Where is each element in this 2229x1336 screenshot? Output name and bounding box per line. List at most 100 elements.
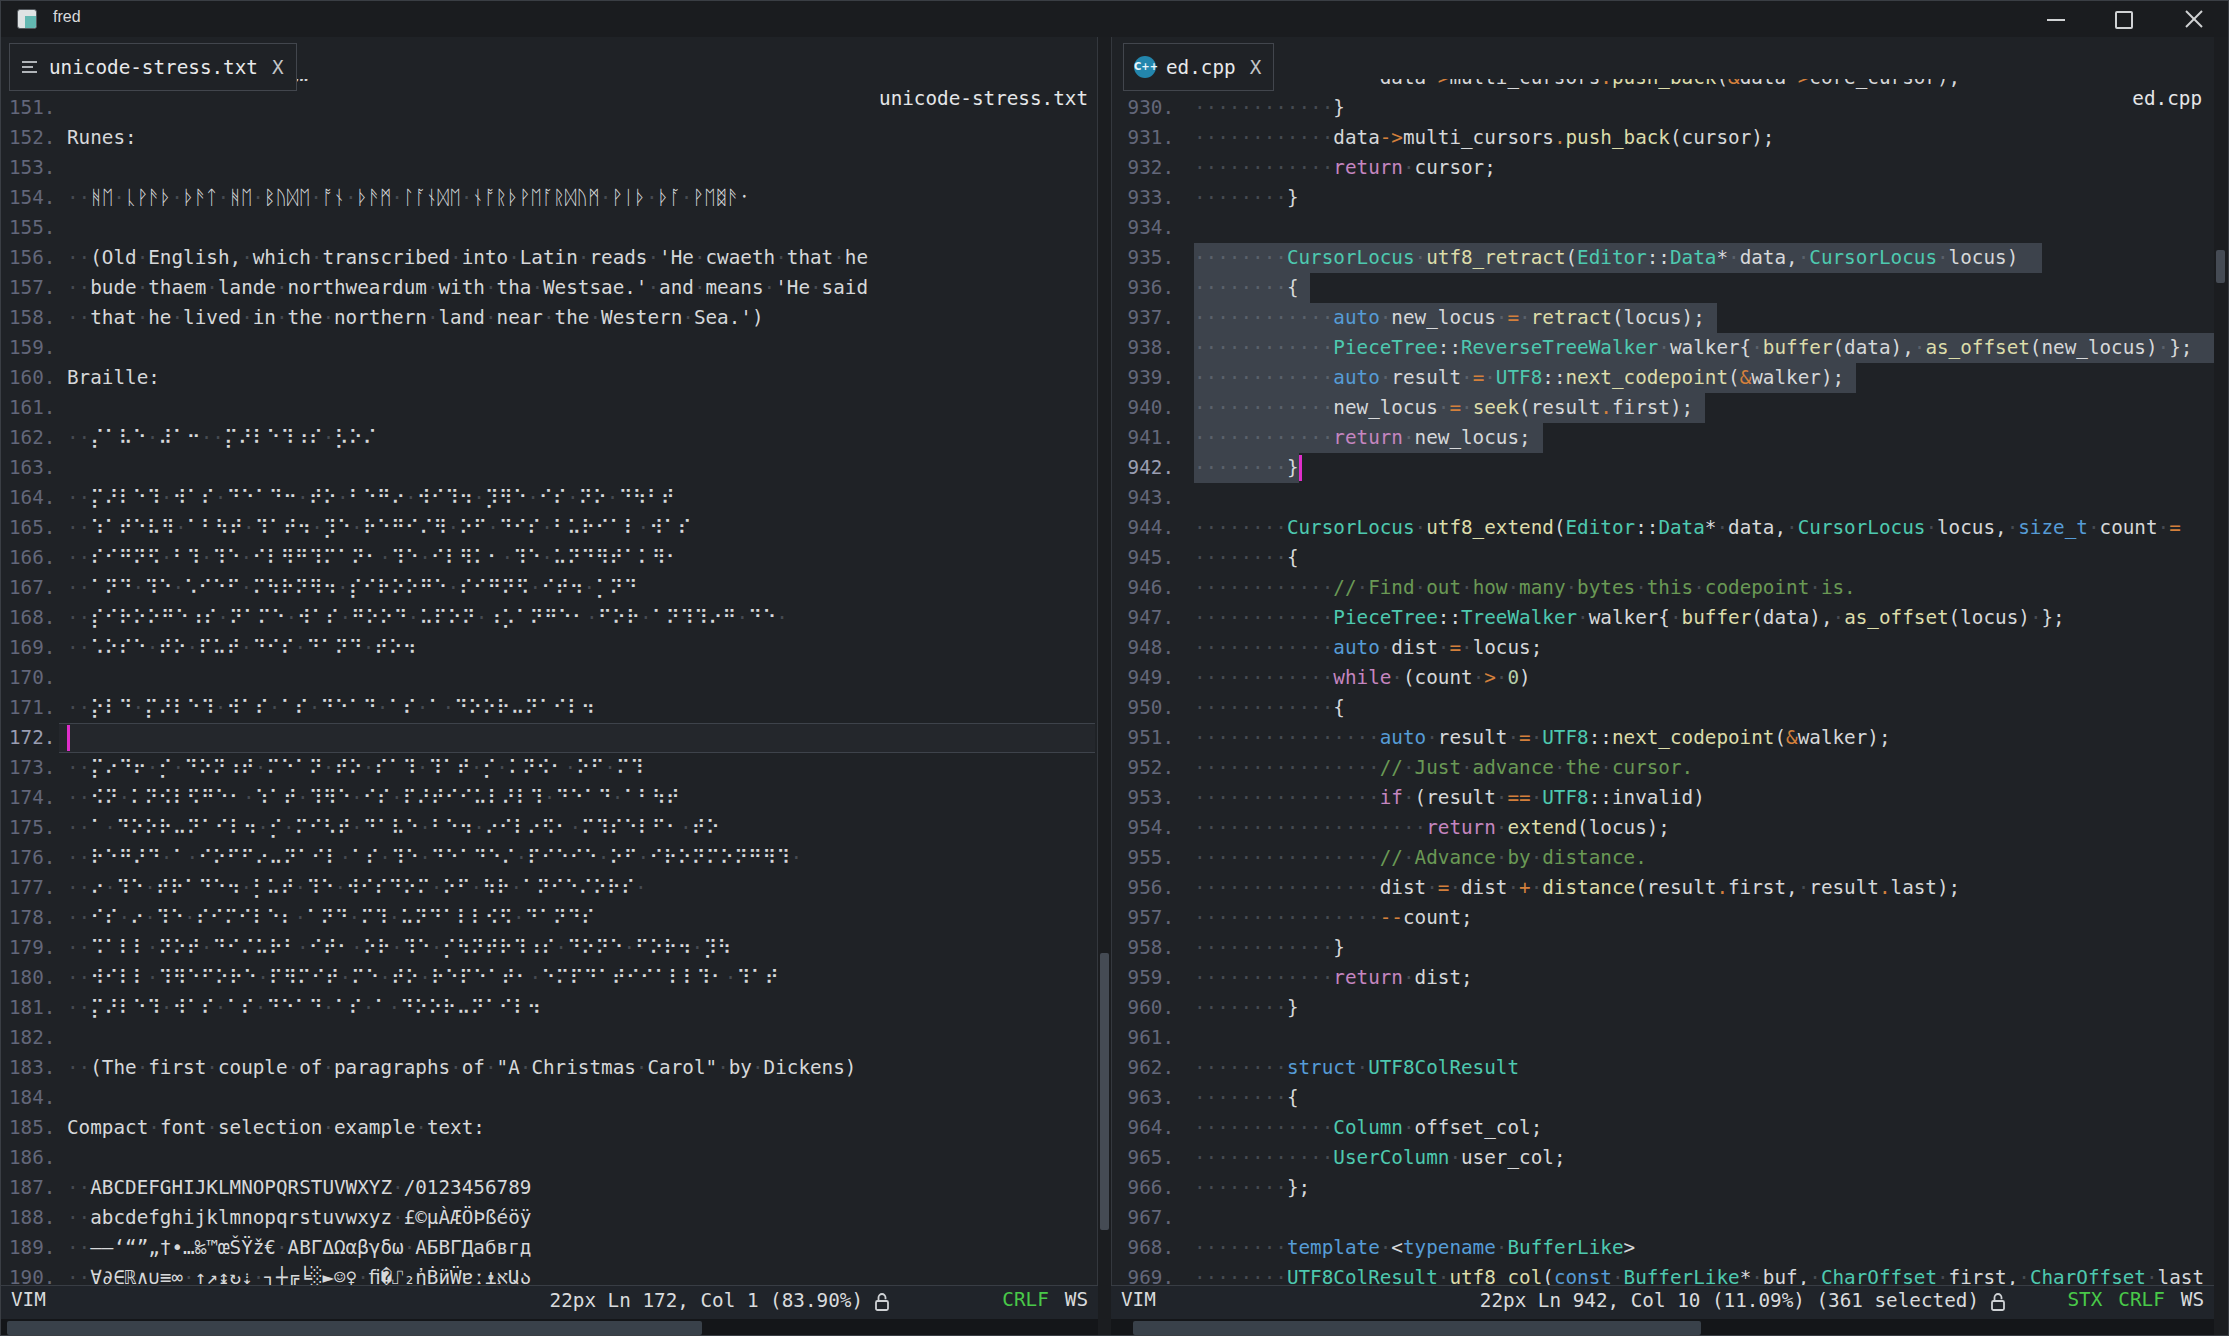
code-line[interactable]: 960.········}	[1112, 993, 2214, 1023]
code-line[interactable]: 952.················//·Just·advance·the·…	[1112, 753, 2214, 783]
code-line[interactable]: 158.··that·he·lived·in·the·northern·land…	[1, 303, 1097, 333]
code-line[interactable]: 166.··⠎⠊⠛⠝⠫·⠃⠹·⠹⠑·⠊⠇⠻⠛⠹⠍⠁⠝⠂·⠹⠑·⠊⠇⠻⠅⠂·⠹⠑·…	[1, 543, 1097, 573]
code-line[interactable]: 937.············auto·new_locus·=·retract…	[1112, 303, 2214, 333]
code-line[interactable]: 175.··⠁·⠙⠕⠕⠗⠤⠝⠁⠊⠇⠲·⡊·⠍⠊⠣⠞·⠙⠁⠧⠑·⠃⠑⠲·⠔⠊⠇⠔⠫…	[1, 813, 1097, 843]
code-line[interactable]: 185.Compact·font·selection·example·text:	[1, 1113, 1097, 1143]
code-line[interactable]: 183.··(The·first·couple·of·paragraphs·of…	[1, 1053, 1097, 1083]
code-line[interactable]: 958.············}	[1112, 933, 2214, 963]
tab-ed-cpp[interactable]: C++ ed.cpp X	[1123, 43, 1274, 91]
code-line[interactable]: 184.	[1, 1083, 1097, 1113]
scrollbar-thumb[interactable]	[7, 1321, 702, 1335]
code-line[interactable]: 967.	[1112, 1203, 2214, 1233]
horizontal-scrollbar-right[interactable]	[1111, 1319, 2214, 1336]
code-line[interactable]: 180.··⠺⠊⠇⠇·⠹⠻⠑⠋⠕⠗⠑·⠏⠻⠍⠊⠞·⠍⠑·⠞⠕·⠗⠑⠏⠑⠁⠞⠂·⠑…	[1, 963, 1097, 993]
minimize-button[interactable]	[2033, 1, 2079, 37]
code-line[interactable]: 186.	[1, 1143, 1097, 1173]
code-line[interactable]: 962.········struct·UTF8ColResult	[1112, 1053, 2214, 1083]
code-line[interactable]: 934.	[1112, 213, 2214, 243]
code-line[interactable]: 966.········};	[1112, 1173, 2214, 1203]
code-line[interactable]: 936.········{	[1112, 273, 2214, 303]
code-line[interactable]: 188.··abcdefghijklmnopqrstuvwxyz·£©µÀÆÖÞ…	[1, 1203, 1097, 1233]
code-line[interactable]: 945.········{	[1112, 543, 2214, 573]
code-line[interactable]: 949.············while·(count·>·0)	[1112, 663, 2214, 693]
code-line[interactable]: 948.············auto·dist·=·locus;	[1112, 633, 2214, 663]
code-line[interactable]: 939.············auto·result·=·UTF8::next…	[1112, 363, 2214, 393]
code-line[interactable]: 965.············UserColumn·user_col;	[1112, 1143, 2214, 1173]
code-line[interactable]: 940.············new_locus·=·seek(result.…	[1112, 393, 2214, 423]
code-line[interactable]: 946.············//·Find·out·how·many·byt…	[1112, 573, 2214, 603]
code-line[interactable]: 951.················auto·result·=·UTF8::…	[1112, 723, 2214, 753]
code-line[interactable]: 931.············data->multi_cursors.push…	[1112, 123, 2214, 153]
code-line[interactable]: 155.	[1, 213, 1097, 243]
code-line[interactable]: 164.··⡍⠜⠇⠑⠹·⠺⠁⠎·⠙⠑⠁⠙⠒·⠞⠕·⠃⠑⠛⠔·⠺⠊⠹⠲·⡹⠻⠑·⠊…	[1, 483, 1097, 513]
code-line[interactable]: 165.··⠱⠁⠞⠑⠧⠻·⠁⠃⠳⠞·⠹⠁⠞⠲·⡹⠑·⠗⠑⠛⠊⠌⠻·⠕⠋·⠙⠊⠎·…	[1, 513, 1097, 543]
line-number: 963.	[1126, 1083, 1174, 1113]
code-line[interactable]: 955.················//·Advance·by·distan…	[1112, 843, 2214, 873]
horizontal-scrollbar-left[interactable]	[1, 1319, 1098, 1336]
editor-window: fred 150.··እግርህን·በፍራሽህ·ልክ·ዘርጋ።151.152.Ru…	[0, 0, 2229, 1336]
code-line[interactable]: 182.	[1, 1023, 1097, 1053]
code-line[interactable]: 933.········}	[1112, 183, 2214, 213]
code-line[interactable]: 177.··⠔·⠹⠑·⠞⠗⠁⠙⠑⠲·⡃⠥⠞·⠹⠑·⠺⠊⠎⠙⠕⠍·⠕⠋·⠳⠗·⠁⠝…	[1, 873, 1097, 903]
line-number: 966.	[1126, 1173, 1174, 1203]
code-line[interactable]: 181.··⡍⠜⠇⠑⠹·⠺⠁⠎·⠁⠎·⠙⠑⠁⠙·⠁⠎·⠁·⠙⠕⠕⠗⠤⠝⠁⠊⠇⠲	[1, 993, 1097, 1023]
tab-unicode-stress[interactable]: unicode-stress.txt X	[9, 43, 297, 91]
scrollbar-thumb[interactable]	[1100, 953, 1109, 1230]
code-line[interactable]: 163.	[1, 453, 1097, 483]
code-line[interactable]: 950.············{	[1112, 693, 2214, 723]
vertical-scrollbar-right[interactable]	[2214, 37, 2229, 1336]
code-line[interactable]: 156.··(Old·English,·which·transcribed·in…	[1, 243, 1097, 273]
code-line[interactable]: 963.········{	[1112, 1083, 2214, 1113]
code-line[interactable]: 956.················dist·=·dist·+·distan…	[1112, 873, 2214, 903]
editor-pane-right[interactable]: 929.················data->multi_cursors.…	[1111, 37, 2214, 1285]
code-line[interactable]: 168.··⡎⠊⠗⠕⠕⠛⠑⠰⠎·⠝⠁⠍⠑·⠺⠁⠎·⠛⠕⠕⠙·⠥⠏⠕⠝·⠰⡡⠁⠝⠛…	[1, 603, 1097, 633]
code-line[interactable]: 171.··⡕⠇⠙·⡍⠜⠇⠑⠹·⠺⠁⠎·⠁⠎·⠙⠑⠁⠙·⠁⠎·⠁·⠙⠕⠕⠗⠤⠝⠁…	[1, 693, 1097, 723]
code-line[interactable]: 943.	[1112, 483, 2214, 513]
code-line[interactable]: 930.············}	[1112, 93, 2214, 123]
code-line[interactable]: 159.	[1, 333, 1097, 363]
code-line[interactable]: 174.··⠪⠝·⠅⠝⠪⠇⠫⠛⠑⠂·⠱⠁⠞·⠹⠻⠑·⠊⠎·⠏⠜⠞⠊⠊⠥⠇⠜⠇⠹·…	[1, 783, 1097, 813]
code-line[interactable]: 170.	[1, 663, 1097, 693]
code-line[interactable]: 157.··bude·thaem·lande·northweardum·with…	[1, 273, 1097, 303]
code-line[interactable]: 953.················if·(result·==·UTF8::…	[1112, 783, 2214, 813]
code-line[interactable]: 954.····················return·extend(lo…	[1112, 813, 2214, 843]
code-line[interactable]: 942.········}	[1112, 453, 2214, 483]
code-line[interactable]: 938.············PieceTree::ReverseTreeWa…	[1112, 333, 2214, 363]
code-line[interactable]: 169.··⠡⠕⠎⠑·⠞⠕·⠏⠥⠞·⠙⠊⠎·⠙⠁⠝⠙·⠞⠕⠲	[1, 633, 1097, 663]
code-line[interactable]: 154.··ᚻᛖ·ᚳᚹᚫᚦ·ᚦᚫᛏ·ᚻᛖ·ᛒᚢᛞᛖ·ᚩᚾ·ᚦᚫᛗ·ᛚᚪᚾᛞᛖ·ᚾ…	[1, 183, 1097, 213]
scrollbar-thumb[interactable]	[2216, 250, 2225, 283]
tab-close-button[interactable]: X	[272, 56, 284, 79]
code-line[interactable]: 964.············Column·offset_col;	[1112, 1113, 2214, 1143]
line-number: 953.	[1126, 783, 1174, 813]
code-line[interactable]: 178.··⠊⠎·⠔·⠹⠑·⠎⠊⠍⠊⠇⠑⠆·⠁⠝⠙·⠍⠹·⠥⠝⠙⠁⠇⠇⠪⠫·⠙⠁…	[1, 903, 1097, 933]
code-line[interactable]: 173.··⡍⠔⠙⠖·⡊·⠙⠕⠝⠰⠞·⠍⠑⠁⠝·⠞⠕·⠎⠁⠹·⠹⠁⠞·⡊·⠅⠝⠪…	[1, 753, 1097, 783]
code-line[interactable]: 152.Runes:	[1, 123, 1097, 153]
code-line[interactable]: 161.	[1, 393, 1097, 423]
code-line[interactable]: 959.············return·dist;	[1112, 963, 2214, 993]
code-line[interactable]: 944.········CursorLocus·utf8_extend(Edit…	[1112, 513, 2214, 543]
code-line[interactable]: 189.··–—‘“”„†•…‰™œŠŸž€·ΑΒΓΔΩαβγδω·АБВГДа…	[1, 1233, 1097, 1263]
vertical-scrollbar-left[interactable]	[1098, 37, 1111, 1336]
code-line[interactable]: 172.	[1, 723, 1097, 753]
maximize-button[interactable]	[2100, 1, 2146, 37]
code-line[interactable]: 968.········template·<typename·BufferLik…	[1112, 1233, 2214, 1263]
code-line[interactable]: 957.················--count;	[1112, 903, 2214, 933]
code-line[interactable]: 961.	[1112, 1023, 2214, 1053]
code-line[interactable]: 176.··⠗⠑⠛⠜⠙·⠁·⠊⠕⠋⠋⠔⠤⠝⠁⠊⠇·⠁⠎·⠹⠑·⠙⠑⠁⠙⠑⠌·⠏⠊…	[1, 843, 1097, 873]
code-line[interactable]: 969.········UTF8ColResult·utf8_col(const…	[1112, 1263, 2214, 1285]
code-line[interactable]: 153.	[1, 153, 1097, 183]
code-line[interactable]: 932.············return·cursor;	[1112, 153, 2214, 183]
code-line[interactable]: 179.··⠩⠁⠇⠇·⠝⠕⠞·⠙⠊⠌⠥⠗⠃·⠊⠞⠂·⠕⠗·⠹⠑·⡊⠳⠝⠞⠗⠹⠰⠎…	[1, 933, 1097, 963]
code-line[interactable]: 190.··∀∂∈ℝ∧∪≡∞·↑↗↨↻⇣·┐┼╔╘░►☺♀·ﬁ�⑀₂ἠḂӥẄɐː…	[1, 1263, 1097, 1285]
editor-pane-left[interactable]: 150.··እግርህን·በፍራሽህ·ልክ·ዘርጋ።151.152.Runes:1…	[1, 37, 1098, 1285]
code-line[interactable]: 935.········CursorLocus·utf8_retract(Edi…	[1112, 243, 2214, 273]
code-line[interactable]: 941.············return·new_locus;	[1112, 423, 2214, 453]
close-button[interactable]	[2171, 1, 2217, 37]
code-line[interactable]: 162.··⡌⠁⠧⠑·⠼⠁⠒··⡍⠜⠇⠑⠹⠰⠎·⡣⠕⠌	[1, 423, 1097, 453]
code-line[interactable]: 167.··⠁⠝⠙·⠹⠑·⠡⠊⠑⠋·⠍⠳⠗⠝⠻⠲·⡎⠊⠗⠕⠕⠛⠑·⠎⠊⠛⠝⠫·⠊…	[1, 573, 1097, 603]
scrollbar-thumb[interactable]	[1133, 1321, 1701, 1335]
code-line[interactable]: 187.··ABCDEFGHIJKLMNOPQRSTUVWXYZ·/012345…	[1, 1173, 1097, 1203]
code-line[interactable]: 160.Braille:	[1, 363, 1097, 393]
code-line[interactable]: 947.············PieceTree::TreeWalker·wa…	[1112, 603, 2214, 633]
tab-close-button[interactable]: X	[1250, 56, 1262, 79]
